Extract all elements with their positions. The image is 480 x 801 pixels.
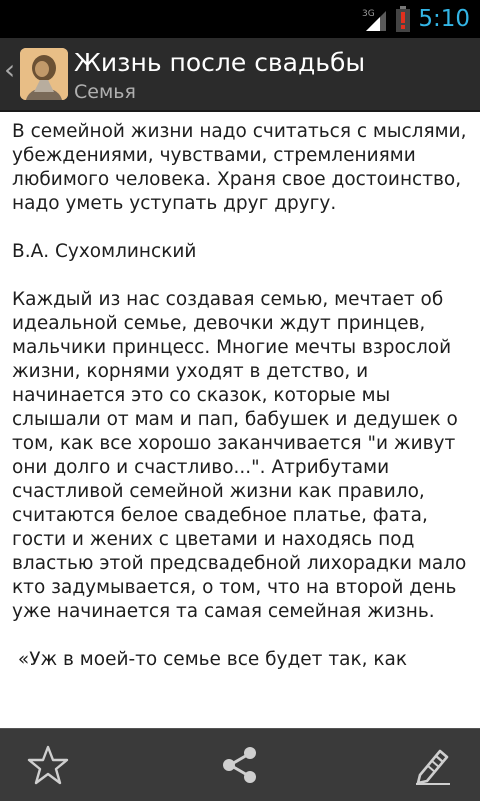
bottom-action-bar	[0, 728, 480, 801]
share-button[interactable]	[160, 729, 320, 801]
star-outline-icon	[27, 745, 69, 785]
quote-author: В.А. Сухомлинский	[12, 241, 197, 262]
article-content[interactable]: В семейной жизни надо считаться с мыслям…	[0, 110, 480, 728]
title-block: Жизнь после свадьбы Семья	[74, 48, 365, 104]
body-paragraph: Каждый из нас создавая семью, мечтает об…	[12, 289, 467, 622]
signal-3g-icon: 3G	[362, 9, 387, 31]
page-title: Жизнь после свадьбы	[74, 48, 366, 77]
share-icon	[223, 747, 256, 783]
status-icons: 3G 5:10	[362, 0, 470, 38]
edit-button[interactable]	[352, 729, 480, 801]
battery-low-icon	[396, 6, 411, 32]
portrait-app-icon[interactable]	[20, 48, 68, 100]
quote-paragraph: В семейной жизни надо считаться с мыслям…	[12, 121, 467, 214]
category-subtitle: Семья	[74, 81, 136, 103]
clock: 5:10	[418, 6, 470, 32]
status-bar: 3G 5:10	[0, 0, 480, 38]
favorite-button[interactable]	[0, 729, 128, 801]
up-caret-icon[interactable]: ‹	[4, 56, 15, 84]
svg-text:3G: 3G	[362, 9, 375, 19]
body-paragraph: «Уж в моей-то семье все будет так, как	[12, 649, 408, 670]
action-bar: ‹ Жизнь после свадьбы Семья	[0, 38, 480, 112]
edit-pencil-icon	[416, 749, 450, 785]
